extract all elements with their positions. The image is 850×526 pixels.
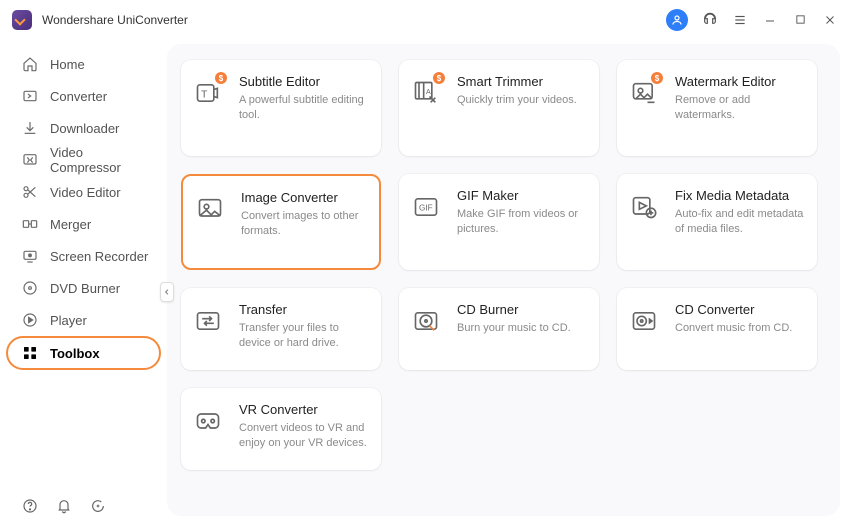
- sidebar-item-label: Converter: [50, 89, 107, 104]
- premium-badge: $: [651, 72, 663, 84]
- subtitle-icon: T $: [193, 78, 223, 108]
- sidebar-item-editor[interactable]: Video Editor: [0, 176, 167, 208]
- tool-title: GIF Maker: [457, 188, 587, 203]
- tool-desc: Burn your music to CD.: [457, 321, 571, 336]
- svg-text:T: T: [201, 89, 208, 101]
- tool-title: Subtitle Editor: [239, 74, 369, 89]
- sidebar-item-compressor[interactable]: Video Compressor: [0, 144, 167, 176]
- watermark-icon: $: [629, 78, 659, 108]
- tool-title: Transfer: [239, 302, 369, 317]
- converter-icon: [22, 88, 38, 104]
- app-title: Wondershare UniConverter: [42, 13, 188, 27]
- sidebar: Home Converter Downloader Video Compress…: [0, 40, 167, 526]
- merger-icon: [22, 216, 38, 232]
- app-logo: [12, 10, 32, 30]
- tool-title: Smart Trimmer: [457, 74, 577, 89]
- sidebar-item-label: Downloader: [50, 121, 119, 136]
- menu-icon[interactable]: [732, 12, 748, 28]
- tool-image-converter[interactable]: Image Converter Convert images to other …: [181, 174, 381, 270]
- sidebar-item-recorder[interactable]: Screen Recorder: [0, 240, 167, 272]
- play-icon: [22, 312, 38, 328]
- cd-converter-icon: [629, 306, 659, 336]
- svg-text:AI: AI: [426, 89, 433, 96]
- sidebar-item-player[interactable]: Player: [0, 304, 167, 336]
- transfer-icon: [193, 306, 223, 336]
- tool-title: Fix Media Metadata: [675, 188, 805, 203]
- minimize-button[interactable]: [762, 12, 778, 28]
- support-icon[interactable]: [702, 12, 718, 28]
- sidebar-item-label: Video Compressor: [50, 145, 155, 175]
- tool-vr-converter[interactable]: VR Converter Convert videos to VR and en…: [181, 388, 381, 470]
- sidebar-collapse-button[interactable]: [160, 282, 174, 302]
- home-icon: [22, 56, 38, 72]
- cd-burner-icon: [411, 306, 441, 336]
- trimmer-icon: AI $: [411, 78, 441, 108]
- vr-icon: [193, 406, 223, 436]
- sidebar-item-converter[interactable]: Converter: [0, 80, 167, 112]
- feedback-icon[interactable]: [90, 498, 106, 514]
- tool-title: VR Converter: [239, 402, 369, 417]
- sidebar-item-downloader[interactable]: Downloader: [0, 112, 167, 144]
- scissors-icon: [22, 184, 38, 200]
- svg-text:GIF: GIF: [419, 204, 433, 213]
- premium-badge: $: [215, 72, 227, 84]
- user-avatar[interactable]: [666, 9, 688, 31]
- tool-title: CD Converter: [675, 302, 792, 317]
- tool-title: Watermark Editor: [675, 74, 805, 89]
- main-panel: T $ Subtitle Editor A powerful subtitle …: [167, 44, 840, 516]
- sidebar-item-label: DVD Burner: [50, 281, 120, 296]
- tool-desc: Quickly trim your videos.: [457, 93, 577, 108]
- disc-icon: [22, 280, 38, 296]
- premium-badge: $: [433, 72, 445, 84]
- help-icon[interactable]: [22, 498, 38, 514]
- tool-desc: Convert music from CD.: [675, 321, 792, 336]
- tool-desc: Convert images to other formats.: [241, 209, 367, 240]
- compressor-icon: [22, 152, 38, 168]
- sidebar-item-label: Screen Recorder: [50, 249, 148, 264]
- sidebar-item-home[interactable]: Home: [0, 48, 167, 80]
- tool-desc: A powerful subtitle editing tool.: [239, 93, 369, 124]
- tool-fix-metadata[interactable]: Fix Media Metadata Auto-fix and edit met…: [617, 174, 817, 270]
- tool-desc: Remove or add watermarks.: [675, 93, 805, 124]
- tool-transfer[interactable]: Transfer Transfer your files to device o…: [181, 288, 381, 370]
- bell-icon[interactable]: [56, 498, 72, 514]
- tool-title: CD Burner: [457, 302, 571, 317]
- tool-subtitle-editor[interactable]: T $ Subtitle Editor A powerful subtitle …: [181, 60, 381, 156]
- tool-smart-trimmer[interactable]: AI $ Smart Trimmer Quickly trim your vid…: [399, 60, 599, 156]
- sidebar-item-label: Home: [50, 57, 85, 72]
- tool-desc: Make GIF from videos or pictures.: [457, 207, 587, 238]
- recorder-icon: [22, 248, 38, 264]
- tool-desc: Auto-fix and edit metadata of media file…: [675, 207, 805, 238]
- sidebar-item-merger[interactable]: Merger: [0, 208, 167, 240]
- sidebar-item-label: Toolbox: [50, 346, 100, 361]
- sidebar-item-dvd[interactable]: DVD Burner: [0, 272, 167, 304]
- gif-icon: GIF: [411, 192, 441, 222]
- close-button[interactable]: [822, 12, 838, 28]
- tool-desc: Convert videos to VR and enjoy on your V…: [239, 421, 369, 452]
- toolbox-icon: [22, 345, 38, 361]
- maximize-button[interactable]: [792, 12, 808, 28]
- tool-watermark-editor[interactable]: $ Watermark Editor Remove or add waterma…: [617, 60, 817, 156]
- sidebar-item-label: Merger: [50, 217, 91, 232]
- tool-desc: Transfer your files to device or hard dr…: [239, 321, 369, 352]
- sidebar-item-toolbox[interactable]: Toolbox: [6, 336, 161, 370]
- image-icon: [195, 194, 225, 224]
- sidebar-item-label: Video Editor: [50, 185, 121, 200]
- tool-title: Image Converter: [241, 190, 367, 205]
- tool-cd-converter[interactable]: CD Converter Convert music from CD.: [617, 288, 817, 370]
- tool-gif-maker[interactable]: GIF GIF Maker Make GIF from videos or pi…: [399, 174, 599, 270]
- download-icon: [22, 120, 38, 136]
- sidebar-item-label: Player: [50, 313, 87, 328]
- titlebar: Wondershare UniConverter: [0, 0, 850, 40]
- tool-cd-burner[interactable]: CD Burner Burn your music to CD.: [399, 288, 599, 370]
- metadata-icon: [629, 192, 659, 222]
